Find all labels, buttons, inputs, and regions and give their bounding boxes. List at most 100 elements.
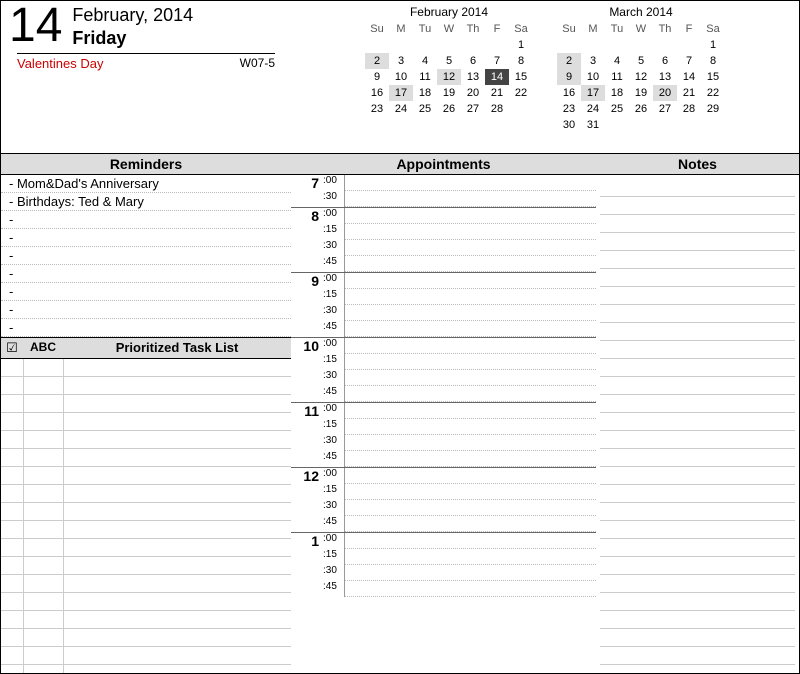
time-slot[interactable] xyxy=(345,370,596,386)
time-slot[interactable] xyxy=(345,549,596,565)
appointments-body[interactable]: 7:007:308:008:158:308:459:009:159:309:45… xyxy=(291,175,596,673)
reminder-row[interactable]: - Birthdays: Ted & Mary xyxy=(1,193,291,211)
task-body[interactable] xyxy=(1,359,291,673)
time-slot[interactable] xyxy=(345,240,596,256)
calendar-day[interactable]: 24 xyxy=(581,101,605,117)
time-row[interactable]: 8:30 xyxy=(291,240,596,256)
calendar-day[interactable]: 10 xyxy=(389,69,413,85)
calendar-day[interactable]: 1 xyxy=(701,37,725,53)
time-slot[interactable] xyxy=(345,468,596,484)
calendar-day[interactable]: 29 xyxy=(701,101,725,117)
time-slot[interactable] xyxy=(345,321,596,337)
calendar-day[interactable]: 19 xyxy=(437,85,461,101)
calendar-day[interactable]: 2 xyxy=(365,53,389,69)
calendar-day[interactable]: 8 xyxy=(701,53,725,69)
time-slot[interactable] xyxy=(345,435,596,451)
calendar-day[interactable]: 6 xyxy=(461,53,485,69)
time-row[interactable]: 12:30 xyxy=(291,500,596,516)
mini-calendar[interactable]: February 2014SuMTuWThFSa1234567891011121… xyxy=(365,5,533,133)
time-row[interactable]: 11:30 xyxy=(291,435,596,451)
calendar-day[interactable]: 20 xyxy=(461,85,485,101)
calendar-day[interactable]: 18 xyxy=(605,85,629,101)
time-row[interactable]: 12:15 xyxy=(291,484,596,500)
time-row[interactable]: 9:45 xyxy=(291,321,596,337)
calendar-day[interactable]: 24 xyxy=(389,101,413,117)
time-row[interactable]: 1:30 xyxy=(291,565,596,581)
notes-body[interactable] xyxy=(600,179,795,673)
time-row[interactable]: 11:00 xyxy=(291,403,596,419)
calendar-day[interactable]: 13 xyxy=(653,69,677,85)
calendar-day[interactable]: 23 xyxy=(557,101,581,117)
calendar-day[interactable]: 1 xyxy=(509,37,533,53)
calendar-day[interactable]: 14 xyxy=(677,69,701,85)
time-slot[interactable] xyxy=(345,419,596,435)
time-slot[interactable] xyxy=(345,224,596,240)
time-slot[interactable] xyxy=(345,484,596,500)
calendar-day[interactable]: 16 xyxy=(557,85,581,101)
calendar-day[interactable]: 16 xyxy=(365,85,389,101)
reminder-row[interactable]: - xyxy=(1,319,291,337)
calendar-day[interactable]: 21 xyxy=(677,85,701,101)
reminder-row[interactable]: - xyxy=(1,265,291,283)
calendar-day[interactable]: 28 xyxy=(677,101,701,117)
calendar-day[interactable]: 9 xyxy=(557,69,581,85)
reminder-row[interactable]: - Mom&Dad's Anniversary xyxy=(1,175,291,193)
time-slot[interactable] xyxy=(345,305,596,321)
calendar-day[interactable]: 12 xyxy=(437,69,461,85)
time-slot[interactable] xyxy=(345,500,596,516)
calendar-day[interactable]: 12 xyxy=(629,69,653,85)
reminder-row[interactable]: - xyxy=(1,301,291,319)
calendar-day[interactable]: 22 xyxy=(701,85,725,101)
calendar-day[interactable]: 11 xyxy=(413,69,437,85)
calendar-day[interactable]: 25 xyxy=(605,101,629,117)
time-slot[interactable] xyxy=(345,354,596,370)
calendar-day[interactable]: 17 xyxy=(581,85,605,101)
time-row[interactable]: 8:15 xyxy=(291,224,596,240)
time-slot[interactable] xyxy=(345,565,596,581)
calendar-day[interactable]: 6 xyxy=(653,53,677,69)
calendar-day[interactable]: 15 xyxy=(701,69,725,85)
calendar-day[interactable]: 22 xyxy=(509,85,533,101)
time-row[interactable]: 1:45 xyxy=(291,581,596,597)
calendar-day[interactable]: 27 xyxy=(461,101,485,117)
time-row[interactable]: 8:45 xyxy=(291,256,596,272)
calendar-day[interactable]: 7 xyxy=(677,53,701,69)
time-slot[interactable] xyxy=(345,289,596,305)
time-row[interactable]: 11:15 xyxy=(291,419,596,435)
time-slot[interactable] xyxy=(345,581,596,597)
calendar-day[interactable]: 28 xyxy=(485,101,509,117)
mini-calendar[interactable]: March 2014SuMTuWThFSa1234567891011121314… xyxy=(557,5,725,133)
time-slot[interactable] xyxy=(345,451,596,467)
calendar-day[interactable]: 26 xyxy=(437,101,461,117)
time-slot[interactable] xyxy=(345,273,596,289)
time-row[interactable]: 10:45 xyxy=(291,386,596,402)
time-row[interactable]: 12:00 xyxy=(291,468,596,484)
time-slot[interactable] xyxy=(345,175,596,191)
calendar-day[interactable]: 4 xyxy=(605,53,629,69)
calendar-day[interactable]: 19 xyxy=(629,85,653,101)
time-row[interactable]: 7:30 xyxy=(291,191,596,207)
time-row[interactable]: 8:00 xyxy=(291,208,596,224)
calendar-day[interactable]: 5 xyxy=(629,53,653,69)
calendar-day[interactable]: 18 xyxy=(413,85,437,101)
calendar-day[interactable]: 30 xyxy=(557,117,581,133)
calendar-day[interactable]: 14 xyxy=(485,69,509,85)
calendar-day[interactable]: 8 xyxy=(509,53,533,69)
calendar-day[interactable]: 15 xyxy=(509,69,533,85)
time-slot[interactable] xyxy=(345,256,596,272)
calendar-day[interactable]: 3 xyxy=(581,53,605,69)
time-row[interactable]: 7:00 xyxy=(291,175,596,191)
calendar-day[interactable]: 4 xyxy=(413,53,437,69)
calendar-day[interactable]: 11 xyxy=(605,69,629,85)
time-slot[interactable] xyxy=(345,338,596,354)
calendar-day[interactable]: 21 xyxy=(485,85,509,101)
time-row[interactable]: 1:15 xyxy=(291,549,596,565)
reminder-row[interactable]: - xyxy=(1,229,291,247)
reminder-row[interactable]: - xyxy=(1,211,291,229)
calendar-day[interactable]: 13 xyxy=(461,69,485,85)
calendar-day[interactable]: 2 xyxy=(557,53,581,69)
calendar-day[interactable]: 26 xyxy=(629,101,653,117)
calendar-day[interactable]: 9 xyxy=(365,69,389,85)
calendar-day[interactable]: 10 xyxy=(581,69,605,85)
time-row[interactable]: 9:00 xyxy=(291,273,596,289)
